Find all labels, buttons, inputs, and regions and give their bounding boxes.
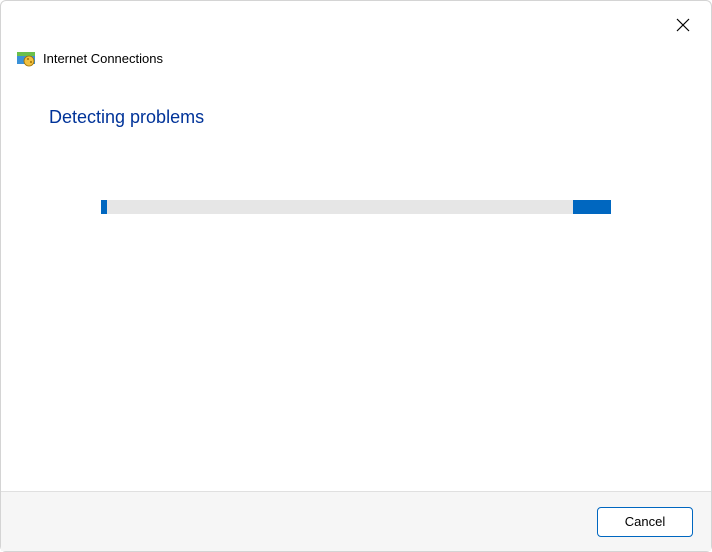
- progress-chunk: [101, 200, 107, 214]
- page-heading: Detecting problems: [49, 107, 663, 128]
- internet-connections-icon: [17, 49, 35, 67]
- window-header: Internet Connections: [1, 1, 711, 67]
- close-button[interactable]: [669, 11, 697, 39]
- window-title: Internet Connections: [43, 51, 163, 66]
- progress-bar: [101, 200, 611, 214]
- progress-container: [49, 200, 663, 214]
- progress-chunk: [573, 200, 611, 214]
- troubleshooter-window: Internet Connections Detecting problems …: [0, 0, 712, 552]
- dialog-footer: Cancel: [1, 491, 711, 551]
- cancel-button[interactable]: Cancel: [597, 507, 693, 537]
- content-area: Detecting problems: [1, 67, 711, 491]
- close-icon: [676, 18, 690, 32]
